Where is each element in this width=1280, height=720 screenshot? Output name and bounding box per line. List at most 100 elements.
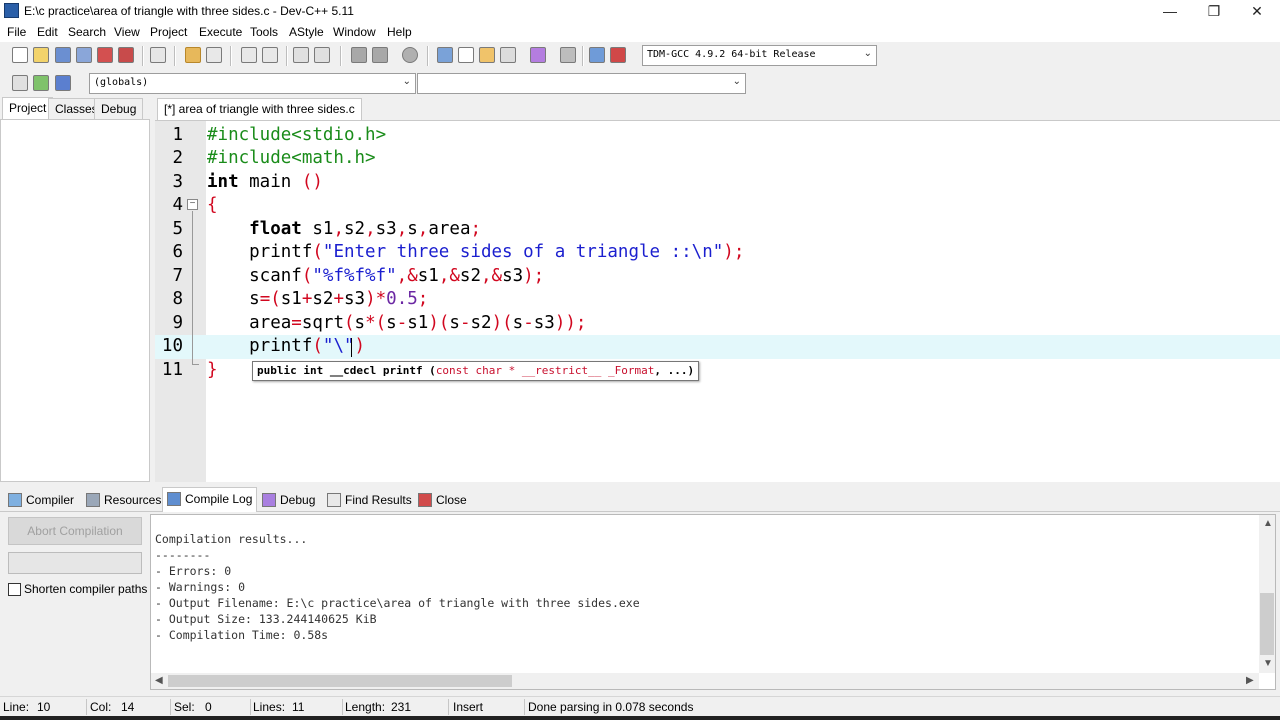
- code-line[interactable]: 10 printf("\"): [155, 335, 1280, 359]
- scroll-up-icon[interactable]: ▲: [1263, 518, 1273, 529]
- log-vertical-scroll-thumb[interactable]: [1260, 593, 1274, 655]
- code-token: #include<stdio.h>: [207, 124, 387, 145]
- abort-compilation-button[interactable]: Abort Compilation: [8, 517, 142, 545]
- tab-project[interactable]: Project: [2, 97, 54, 119]
- tab-debug-bottom[interactable]: Debug: [258, 489, 319, 511]
- fold-toggle-icon[interactable]: −: [187, 199, 198, 210]
- stop-icon[interactable]: [560, 47, 576, 63]
- menu-project[interactable]: Project: [150, 25, 187, 39]
- bookmark-icon[interactable]: [402, 47, 418, 63]
- code-token: -: [523, 312, 534, 333]
- editor-tab[interactable]: [*] area of triangle with three sides.c: [157, 98, 362, 120]
- code-token: s: [354, 312, 366, 333]
- line-number: 11: [161, 359, 183, 380]
- check-syntax-icon[interactable]: [530, 47, 546, 63]
- profile-icon[interactable]: [589, 47, 605, 63]
- rebuild-icon[interactable]: [500, 47, 516, 63]
- close-all-icon[interactable]: [118, 47, 134, 63]
- open-file-icon[interactable]: [33, 47, 49, 63]
- code-line[interactable]: 6 printf("Enter three sides of a triangl…: [155, 241, 1280, 265]
- code-text: area=sqrt(s*(s-s1)(s-s2)(s-s3));: [207, 312, 586, 336]
- delete-profile-icon[interactable]: [610, 47, 626, 63]
- menu-astyle[interactable]: AStyle: [289, 25, 324, 39]
- insert-icon[interactable]: [12, 75, 28, 91]
- code-line[interactable]: 2 #include<math.h>: [155, 147, 1280, 171]
- menu-view[interactable]: View: [114, 25, 140, 39]
- toolbar-separator: [340, 46, 342, 66]
- compile-icon[interactable]: [437, 47, 453, 63]
- code-token: *(: [365, 312, 387, 333]
- tab-find-results[interactable]: Find Results: [323, 489, 416, 511]
- tab-compile-log-label: Compile Log: [185, 492, 253, 506]
- new-file-icon[interactable]: [12, 47, 28, 63]
- code-text: printf("Enter three sides of a triangle …: [207, 241, 744, 265]
- code-token: s: [407, 218, 418, 239]
- menu-execute[interactable]: Execute: [199, 25, 242, 39]
- code-line[interactable]: 1 #include<stdio.h>: [155, 124, 1280, 148]
- scroll-right-icon[interactable]: ▶: [1246, 675, 1254, 686]
- fold-end: [192, 364, 199, 365]
- compile-run-icon[interactable]: [479, 47, 495, 63]
- project-tree[interactable]: [0, 119, 150, 482]
- minimize-button[interactable]: —: [1147, 0, 1193, 22]
- menu-help[interactable]: Help: [387, 25, 412, 39]
- code-line[interactable]: 5 float s1,s2,s3,s,area;: [155, 218, 1280, 242]
- redo-icon[interactable]: [206, 47, 222, 63]
- goto-forward-icon[interactable]: [372, 47, 388, 63]
- tab-debug[interactable]: Debug: [94, 98, 144, 119]
- code-token: -: [396, 312, 408, 333]
- code-text: scanf("%f%f%f",&s1,&s2,&s3);: [207, 265, 544, 289]
- code-text: #include<stdio.h>: [207, 124, 386, 148]
- code-token: ): [354, 336, 366, 356]
- replace-icon[interactable]: [262, 47, 278, 63]
- tab-compile-log[interactable]: Compile Log: [162, 487, 258, 512]
- menu-window[interactable]: Window: [333, 25, 376, 39]
- tab-compiler[interactable]: Compiler: [4, 489, 78, 511]
- save-icon[interactable]: [55, 47, 71, 63]
- shorten-paths-checkbox[interactable]: [8, 583, 21, 596]
- code-token: int: [207, 171, 239, 192]
- compile-progress-bar: [8, 552, 142, 574]
- tab-resources[interactable]: Resources: [82, 489, 165, 511]
- menu-search[interactable]: Search: [68, 25, 106, 39]
- code-line[interactable]: 7 scanf("%f%f%f",&s1,&s2,&s3);: [155, 265, 1280, 289]
- indent-icon[interactable]: [293, 47, 309, 63]
- menu-tools[interactable]: Tools: [250, 25, 278, 39]
- unindent-icon[interactable]: [314, 47, 330, 63]
- code-token: s: [512, 312, 524, 333]
- menu-edit[interactable]: Edit: [37, 25, 58, 39]
- member-select[interactable]: ⌄: [417, 73, 746, 94]
- goto-back-icon[interactable]: [351, 47, 367, 63]
- close-file-icon[interactable]: [97, 47, 113, 63]
- goto-icon[interactable]: [33, 75, 49, 91]
- code-token: s2: [470, 312, 492, 333]
- scroll-left-icon[interactable]: ◀: [155, 675, 163, 686]
- log-line: - Output Filename: E:\c practice\area of…: [155, 596, 640, 610]
- undo-icon[interactable]: [185, 47, 201, 63]
- status-sel-label: Sel:: [174, 700, 195, 714]
- close-window-button[interactable]: ✕: [1234, 0, 1280, 22]
- code-token: s3: [502, 265, 524, 286]
- print-icon[interactable]: [150, 47, 166, 63]
- restore-button[interactable]: ❐: [1191, 0, 1237, 22]
- scroll-down-icon[interactable]: ▼: [1263, 658, 1273, 669]
- compiler-select[interactable]: TDM-GCC 4.9.2 64-bit Release ⌄: [642, 45, 877, 66]
- code-line[interactable]: 4{: [155, 194, 1280, 218]
- log-horizontal-scroll-thumb[interactable]: [168, 675, 512, 687]
- code-line[interactable]: 9 area=sqrt(s*(s-s1)(s-s2)(s-s3));: [155, 312, 1280, 336]
- tab-close[interactable]: Close: [414, 489, 471, 511]
- menu-file[interactable]: File: [7, 25, 26, 39]
- code-token: {: [207, 195, 218, 215]
- run-icon[interactable]: [458, 47, 474, 63]
- compiler-icon: [8, 493, 22, 507]
- chevron-down-icon: ⌄: [863, 48, 872, 59]
- toggle-bookmark-icon[interactable]: [55, 75, 71, 91]
- line-number: 1: [172, 124, 183, 145]
- find-icon[interactable]: [241, 47, 257, 63]
- scope-select[interactable]: (globals) ⌄: [89, 73, 416, 94]
- code-text: }: [207, 359, 218, 383]
- code-line[interactable]: 3 int main (): [155, 171, 1280, 195]
- save-all-icon[interactable]: [76, 47, 92, 63]
- code-line[interactable]: 8 s=(s1+s2+s3)*0.5;: [155, 288, 1280, 312]
- status-lines-value: 11: [292, 700, 305, 714]
